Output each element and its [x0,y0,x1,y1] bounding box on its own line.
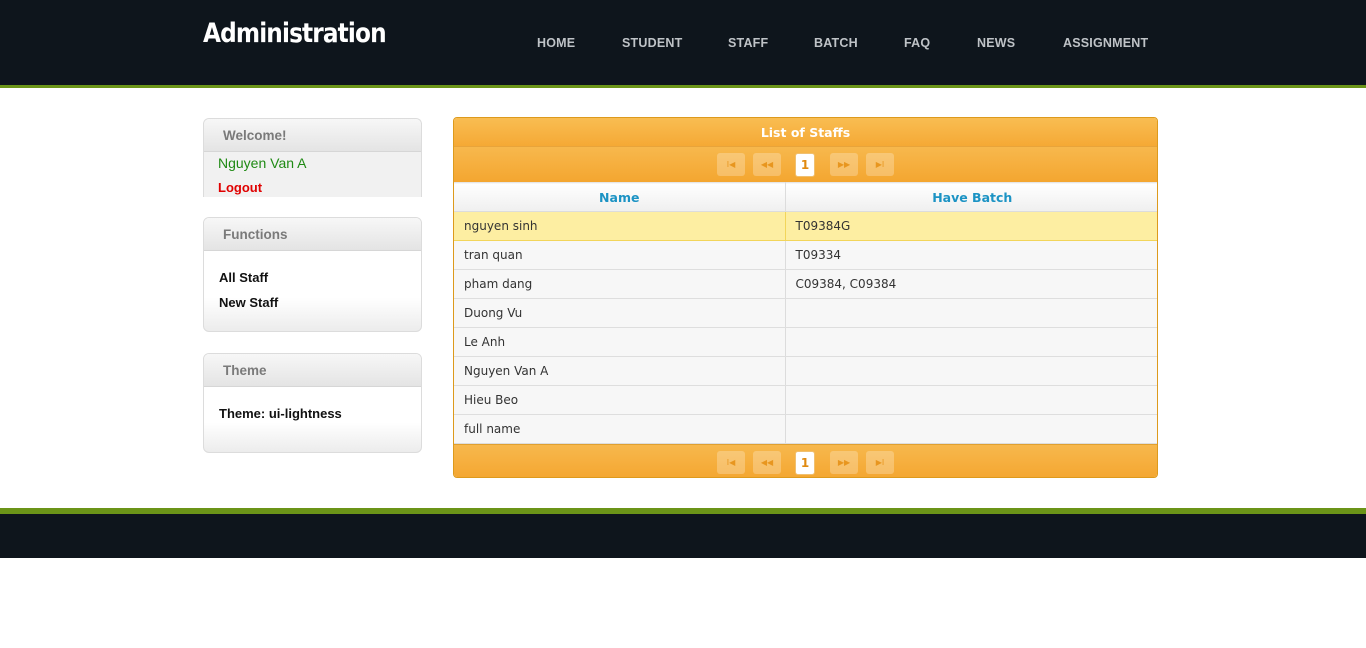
user-name: Nguyen Van A [218,155,307,171]
cell-batch: T09334 [785,240,1157,270]
cell-name: tran quan [454,240,786,270]
functions-heading: Functions [204,218,421,251]
column-have-batch[interactable]: Have Batch [785,182,1157,212]
next-page-icon[interactable]: ▶▶ [830,451,858,474]
cell-name: nguyen sinh [454,211,786,241]
cell-name: Duong Vu [454,298,786,328]
current-page[interactable]: 1 [795,153,815,177]
last-page-icon[interactable]: ▶I [866,153,894,176]
cell-batch [785,385,1157,415]
next-page-icon[interactable]: ▶▶ [830,153,858,176]
pager-bottom: I◀ ◀◀ 1 ▶▶ ▶I [454,444,1157,477]
theme-label: Theme: ui-lightness [219,406,342,421]
cell-batch [785,327,1157,357]
cell-name: Le Anh [454,327,786,357]
prev-page-icon[interactable]: ◀◀ [753,153,781,176]
nav-staff[interactable]: STAFF [728,36,768,50]
table-row[interactable]: Le Anh [454,327,1157,357]
table-row[interactable]: Nguyen Van A [454,356,1157,386]
staff-table: Name Have Batch nguyen sinh T09384G tran … [454,182,1157,444]
main-nav: HOME STUDENT STAFF BATCH FAQ NEWS ASSIGN… [0,36,1366,52]
cell-name: Nguyen Van A [454,356,786,386]
nav-student[interactable]: STUDENT [622,36,682,50]
nav-home[interactable]: HOME [537,36,575,50]
cell-batch [785,298,1157,328]
top-header: Administration HOME STUDENT STAFF BATCH … [0,0,1366,88]
table-row[interactable]: tran quan T09334 [454,240,1157,270]
nav-batch[interactable]: BATCH [814,36,858,50]
page-footer [0,508,1366,558]
cell-batch: C09384, C09384 [785,269,1157,299]
table-row[interactable]: Duong Vu [454,298,1157,328]
current-page[interactable]: 1 [795,451,815,475]
table-row[interactable]: nguyen sinh T09384G [454,211,1157,241]
welcome-heading: Welcome! [204,119,421,152]
cell-batch [785,356,1157,386]
column-name[interactable]: Name [454,182,786,212]
table-row[interactable]: full name [454,414,1157,444]
theme-box: Theme Theme: ui-lightness [203,353,422,453]
table-row[interactable]: Hieu Beo [454,385,1157,415]
nav-faq[interactable]: FAQ [904,36,930,50]
staff-grid: List of Staffs I◀ ◀◀ 1 ▶▶ ▶I Name Have B… [453,117,1158,478]
cell-name: Hieu Beo [454,385,786,415]
logout-link[interactable]: Logout [218,180,262,195]
nav-assignment[interactable]: ASSIGNMENT [1063,36,1148,50]
table-header-row: Name Have Batch [454,182,1157,212]
nav-news[interactable]: NEWS [977,36,1015,50]
first-page-icon[interactable]: I◀ [717,451,745,474]
table-row[interactable]: pham dang C09384, C09384 [454,269,1157,299]
pager-top: I◀ ◀◀ 1 ▶▶ ▶I [454,147,1157,182]
cell-batch: T09384G [785,211,1157,241]
prev-page-icon[interactable]: ◀◀ [753,451,781,474]
first-page-icon[interactable]: I◀ [717,153,745,176]
new-staff-link[interactable]: New Staff [219,295,278,310]
theme-heading: Theme [204,354,421,387]
welcome-box: Welcome! Nguyen Van A Logout [203,118,422,197]
cell-name: full name [454,414,786,444]
functions-box: Functions All Staff New Staff [203,217,422,332]
all-staff-link[interactable]: All Staff [219,270,268,285]
grid-caption: List of Staffs [454,118,1157,147]
cell-batch [785,414,1157,444]
cell-name: pham dang [454,269,786,299]
last-page-icon[interactable]: ▶I [866,451,894,474]
